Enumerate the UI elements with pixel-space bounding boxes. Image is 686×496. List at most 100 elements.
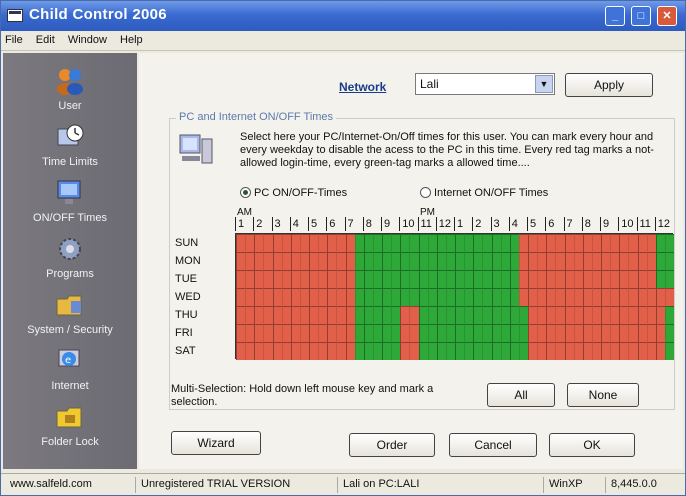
hour-label[interactable]: 12 xyxy=(435,217,454,231)
schedule-cell[interactable] xyxy=(418,306,428,324)
schedule-cell[interactable] xyxy=(318,306,328,324)
schedule-cell[interactable] xyxy=(290,342,300,360)
schedule-cell[interactable] xyxy=(628,342,638,360)
hour-label[interactable]: 11 xyxy=(417,217,436,231)
schedule-cell[interactable] xyxy=(336,270,346,288)
schedule-cell[interactable] xyxy=(372,288,382,306)
day-label[interactable]: TUE xyxy=(175,270,235,288)
schedule-cell[interactable] xyxy=(564,306,574,324)
schedule-cell[interactable] xyxy=(336,288,346,306)
schedule-cell[interactable] xyxy=(646,252,656,270)
schedule-cell[interactable] xyxy=(546,270,556,288)
schedule-cell[interactable] xyxy=(582,342,592,360)
schedule-cell[interactable] xyxy=(418,252,428,270)
schedule-cell[interactable] xyxy=(354,234,364,252)
schedule-cell[interactable] xyxy=(564,342,574,360)
schedule-cell[interactable] xyxy=(573,342,583,360)
schedule-cell[interactable] xyxy=(354,270,364,288)
schedule-cell[interactable] xyxy=(464,324,474,342)
schedule-cell[interactable] xyxy=(327,324,337,342)
sidebar-item-on-off-times[interactable]: ON/OFF Times xyxy=(3,179,137,235)
schedule-cell[interactable] xyxy=(528,306,538,324)
schedule-cell[interactable] xyxy=(299,234,309,252)
schedule-cell[interactable] xyxy=(555,342,565,360)
schedule-cell[interactable] xyxy=(418,288,428,306)
schedule-cell[interactable] xyxy=(400,288,410,306)
schedule-cell[interactable] xyxy=(610,252,620,270)
schedule-cell[interactable] xyxy=(664,342,674,360)
schedule-cell[interactable] xyxy=(500,234,510,252)
schedule-cell[interactable] xyxy=(628,306,638,324)
schedule-cell[interactable] xyxy=(646,342,656,360)
schedule-cell[interactable] xyxy=(601,342,611,360)
schedule-cell[interactable] xyxy=(655,324,665,342)
schedule-cell[interactable] xyxy=(591,252,601,270)
schedule-cell[interactable] xyxy=(537,288,547,306)
schedule-cell[interactable] xyxy=(327,252,337,270)
schedule-cell[interactable] xyxy=(482,270,492,288)
schedule-cell[interactable] xyxy=(455,234,465,252)
schedule-cell[interactable] xyxy=(400,306,410,324)
schedule-cell[interactable] xyxy=(418,270,428,288)
schedule-cell[interactable] xyxy=(655,288,665,306)
schedule-cell[interactable] xyxy=(245,288,255,306)
schedule-cell[interactable] xyxy=(445,324,455,342)
schedule-cell[interactable] xyxy=(546,252,556,270)
schedule-cell[interactable] xyxy=(263,270,273,288)
schedule-cell[interactable] xyxy=(528,234,538,252)
schedule-cell[interactable] xyxy=(372,306,382,324)
schedule-cell[interactable] xyxy=(537,324,547,342)
schedule-cell[interactable] xyxy=(327,288,337,306)
schedule-cell[interactable] xyxy=(518,324,528,342)
schedule-cell[interactable] xyxy=(664,288,674,306)
schedule-cell[interactable] xyxy=(382,234,392,252)
schedule-cell[interactable] xyxy=(272,306,282,324)
schedule-cell[interactable] xyxy=(318,252,328,270)
schedule-cell[interactable] xyxy=(382,270,392,288)
schedule-cell[interactable] xyxy=(664,234,674,252)
hour-label[interactable]: 9 xyxy=(381,217,399,231)
schedule-cell[interactable] xyxy=(400,234,410,252)
schedule-cell[interactable] xyxy=(582,324,592,342)
schedule-cell[interactable] xyxy=(537,252,547,270)
schedule-cell[interactable] xyxy=(372,270,382,288)
schedule-cell[interactable] xyxy=(427,306,437,324)
schedule-cell[interactable] xyxy=(309,324,319,342)
schedule-cell[interactable] xyxy=(436,288,446,306)
schedule-cell[interactable] xyxy=(482,324,492,342)
schedule-cell[interactable] xyxy=(555,270,565,288)
schedule-cell[interactable] xyxy=(318,288,328,306)
schedule-cell[interactable] xyxy=(637,342,647,360)
schedule-cell[interactable] xyxy=(391,252,401,270)
schedule-cell[interactable] xyxy=(309,234,319,252)
schedule-cell[interactable] xyxy=(601,252,611,270)
schedule-cell[interactable] xyxy=(445,270,455,288)
hour-label[interactable]: 11 xyxy=(636,217,655,231)
sidebar-item-folder-lock[interactable]: Folder Lock xyxy=(3,403,137,459)
schedule-cell[interactable] xyxy=(610,306,620,324)
sidebar-item-user[interactable]: User xyxy=(3,67,137,123)
schedule-cell[interactable] xyxy=(363,234,373,252)
schedule-cell[interactable] xyxy=(236,252,246,270)
schedule-cell[interactable] xyxy=(555,288,565,306)
schedule-cell[interactable] xyxy=(363,342,373,360)
schedule-cell[interactable] xyxy=(610,342,620,360)
radio-internet-indicator[interactable] xyxy=(420,187,431,198)
schedule-cell[interactable] xyxy=(400,270,410,288)
schedule-cell[interactable] xyxy=(628,234,638,252)
schedule-cell[interactable] xyxy=(445,234,455,252)
schedule-cell[interactable] xyxy=(263,252,273,270)
schedule-cell[interactable] xyxy=(564,270,574,288)
schedule-cell[interactable] xyxy=(281,306,291,324)
schedule-cell[interactable] xyxy=(546,234,556,252)
schedule-cell[interactable] xyxy=(628,324,638,342)
sidebar-item-internet[interactable]: e Internet xyxy=(3,347,137,403)
schedule-cell[interactable] xyxy=(436,306,446,324)
schedule-cell[interactable] xyxy=(601,324,611,342)
none-button[interactable]: None xyxy=(567,383,639,407)
schedule-cell[interactable] xyxy=(236,234,246,252)
schedule-cell[interactable] xyxy=(236,288,246,306)
schedule-cell[interactable] xyxy=(482,288,492,306)
chevron-down-icon[interactable]: ▼ xyxy=(535,75,553,93)
schedule-cell[interactable] xyxy=(591,342,601,360)
